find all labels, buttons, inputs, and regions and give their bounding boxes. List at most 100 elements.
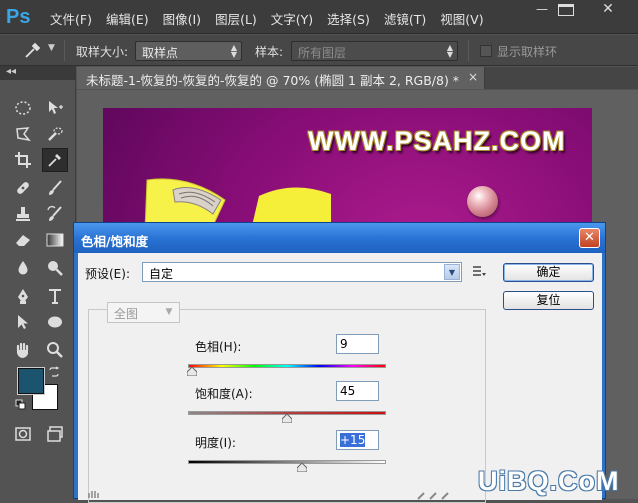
hue-label: 色相(H): [195, 340, 242, 354]
menu-select[interactable]: 选择(S) [327, 9, 370, 28]
dialog-close-button[interactable]: ✕ [579, 228, 600, 248]
pen-tool[interactable] [10, 284, 36, 308]
eraser-tool[interactable] [10, 228, 36, 252]
chevron-down-icon[interactable]: ▼ [161, 304, 177, 321]
lightness-value: +15 [340, 433, 366, 447]
ellipse-shape-icon [48, 316, 62, 328]
lightness-input[interactable]: +15 [336, 430, 379, 450]
targeted-adjustment-hand-icon[interactable] [86, 489, 102, 499]
foreground-color-swatch[interactable] [17, 367, 45, 395]
photoshop-logo: Ps [6, 6, 31, 28]
menu-edit[interactable]: 编辑(E) [106, 9, 149, 28]
menu-file[interactable]: 文件(F) [50, 9, 92, 28]
dialog-title-bar[interactable]: 色相/饱和度 ✕ [74, 223, 605, 253]
type-tool[interactable] [42, 284, 68, 308]
quick-selection-brush-icon [48, 127, 63, 141]
lightness-slider-thumb[interactable] [296, 463, 307, 472]
preset-select[interactable]: 自定 ▼ [142, 262, 462, 282]
saturation-slider-thumb[interactable] [282, 414, 292, 423]
clone-stamp-tool[interactable] [10, 202, 36, 226]
preset-options-menu-icon[interactable] [471, 264, 487, 278]
brush-icon [49, 180, 62, 195]
magnifier-dodge-icon [48, 261, 63, 276]
preset-label: 预设(E): [85, 267, 130, 281]
hand-tool[interactable] [10, 338, 36, 362]
select-arrows-icon: ▲ ▼ [446, 43, 453, 59]
watermark-logo: UiBQ.CoM [478, 466, 620, 496]
marquee-tool[interactable] [10, 96, 36, 120]
arrow-pointer-icon [18, 315, 28, 329]
healing-brush-tool[interactable] [10, 176, 36, 200]
minimize-button[interactable]: — [532, 2, 552, 18]
crop-tool[interactable] [10, 148, 36, 172]
options-separator [64, 40, 65, 61]
sample-size-value: 取样点 [142, 46, 179, 60]
maximize-button[interactable] [558, 4, 574, 16]
brush-tool[interactable] [42, 176, 68, 200]
sample-value: 所有图层 [298, 46, 347, 60]
dialog-title: 色相/饱和度 [81, 234, 149, 249]
menu-view[interactable]: 视图(V) [440, 9, 483, 28]
adjustment-group [88, 309, 486, 503]
close-window-button[interactable]: ✕ [583, 2, 633, 18]
channel-select[interactable]: 全图 ▼ [107, 302, 180, 323]
lightness-label: 明度(I): [195, 436, 236, 450]
move-icon [49, 101, 63, 114]
reset-button[interactable]: 复位 [503, 291, 594, 310]
saturation-input[interactable]: 45 [336, 381, 379, 401]
crop-icon [15, 152, 31, 168]
gradient-tool[interactable] [42, 228, 68, 252]
ok-button[interactable]: 确定 [503, 263, 594, 282]
screen-mode-button[interactable] [42, 422, 68, 446]
hue-input[interactable]: 9 [336, 334, 379, 354]
history-brush-tool[interactable] [42, 202, 68, 226]
preset-value: 自定 [149, 267, 174, 281]
path-selection-tool[interactable] [10, 310, 36, 334]
eyedropper-tool[interactable] [42, 148, 68, 172]
gradient-icon [46, 233, 64, 247]
menu-filter[interactable]: 滤镜(T) [384, 9, 426, 28]
sample-label: 样本: [255, 45, 284, 59]
menu-type[interactable]: 文字(Y) [271, 9, 313, 28]
eyedropper-icon[interactable] [22, 41, 42, 59]
hue-slider-thumb[interactable] [186, 367, 197, 376]
hue-saturation-dialog: 色相/饱和度 ✕ 预设(E): 自定 ▼ 确定 复位 全图 ▼ 色相(H): 9… [73, 222, 606, 503]
eraser-icon [16, 235, 30, 246]
hue-value: 9 [340, 337, 348, 351]
saturation-label: 饱和度(A): [195, 387, 253, 401]
ellipse-tool[interactable] [42, 310, 68, 334]
lightness-slider-track[interactable] [188, 460, 386, 464]
sample-size-select[interactable]: 取样点 ▲ ▼ [135, 41, 242, 61]
options-bar: ▼ 取样大小: 取样点 ▲ ▼ 样本: 所有图层 ▲ ▼ 显示取样环 [0, 35, 638, 66]
default-colors-icon[interactable] [15, 399, 27, 411]
dodge-tool[interactable] [42, 256, 68, 280]
hue-slider-track[interactable] [188, 364, 386, 368]
sample-size-label: 取样大小: [76, 45, 129, 59]
select-arrows-icon: ▲ ▼ [230, 43, 237, 59]
document-tab[interactable]: 未标题-1-恢复的-恢复的-恢复的 @ 70% (椭圆 1 副本 2, RGB/… [77, 67, 485, 89]
quick-mask-button[interactable] [10, 422, 36, 446]
channel-value: 全图 [114, 307, 139, 321]
blur-tool[interactable] [10, 256, 36, 280]
document-tab-title: 未标题-1-恢复的-恢复的-恢复的 @ 70% (椭圆 1 副本 2, RGB/… [86, 73, 460, 88]
move-tool[interactable] [42, 96, 68, 120]
pink-sphere [467, 186, 498, 217]
menu-layer[interactable]: 图层(L) [215, 9, 257, 28]
saturation-value: 45 [340, 384, 356, 398]
sample-select[interactable]: 所有图层 ▲ ▼ [291, 41, 458, 61]
zoom-tool[interactable] [42, 338, 68, 362]
close-document-icon[interactable]: × [468, 70, 478, 84]
chevron-down-icon[interactable]: ▼ [444, 264, 460, 280]
menu-image[interactable]: 图像(I) [163, 9, 201, 28]
toolbox-header[interactable]: ◂◂ [0, 66, 76, 80]
swap-colors-icon[interactable] [48, 366, 60, 378]
canvas-title-text: WWW.PSAHZ.COM [308, 126, 566, 156]
pen-icon [18, 289, 28, 304]
menu-bar: Ps 文件(F) 编辑(E) 图像(I) 图层(L) 文字(Y) 选择(S) 滤… [0, 0, 638, 34]
lasso-tool[interactable] [10, 122, 36, 146]
tool-preset-caret-icon[interactable]: ▼ [48, 43, 55, 53]
screen-mode-icon [47, 426, 63, 442]
show-sampling-ring-checkbox[interactable] [480, 45, 492, 57]
options-separator [468, 40, 469, 61]
quick-selection-tool[interactable] [42, 122, 68, 146]
